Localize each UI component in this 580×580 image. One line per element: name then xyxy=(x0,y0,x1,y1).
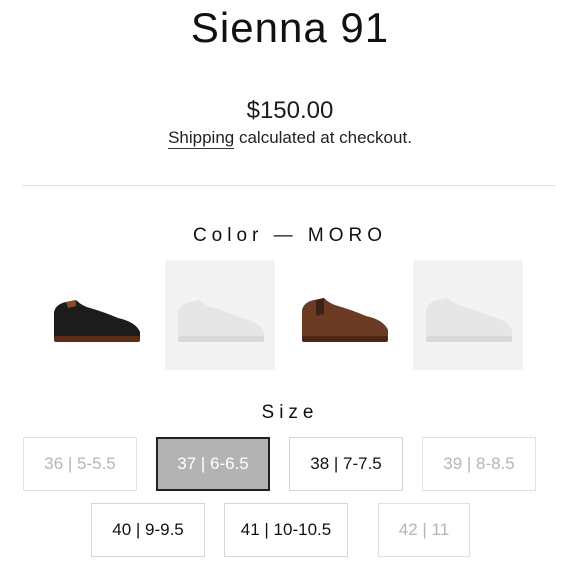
shoe-moro-icon xyxy=(302,298,388,342)
shipping-note: Shipping calculated at checkout. xyxy=(0,128,580,149)
product-price: $150.00 xyxy=(246,97,334,124)
color-swatch-white[interactable] xyxy=(165,260,275,370)
size-option-40[interactable]: 40 | 9-9.5 xyxy=(91,503,205,557)
color-label: Color — MORO xyxy=(0,225,580,247)
shipping-text: calculated at checkout. xyxy=(234,128,412,147)
color-swatch-white-2[interactable] xyxy=(413,260,523,370)
shoe-white-2-icon xyxy=(426,298,512,342)
size-option-37[interactable]: 37 | 6-6.5 xyxy=(156,437,270,491)
color-swatch-moro[interactable] xyxy=(289,260,399,370)
size-option-39[interactable]: 39 | 8-8.5 xyxy=(422,437,536,491)
product-title: Sienna 91 xyxy=(190,4,390,51)
color-swatch-black[interactable] xyxy=(41,260,151,370)
shipping-link[interactable]: Shipping xyxy=(168,128,235,149)
size-option-42[interactable]: 42 | 11 xyxy=(378,503,470,557)
color-selected-value: MORO xyxy=(307,225,388,246)
divider xyxy=(22,185,556,186)
shoe-white-icon xyxy=(178,300,264,342)
size-option-36[interactable]: 36 | 5-5.5 xyxy=(23,437,137,491)
size-label: Size xyxy=(261,402,319,423)
size-option-41[interactable]: 41 | 10-10.5 xyxy=(224,503,348,557)
color-separator: — xyxy=(273,225,298,246)
size-option-38[interactable]: 38 | 7-7.5 xyxy=(289,437,403,491)
color-label-text: Color xyxy=(192,225,264,246)
shoe-black-icon xyxy=(54,300,140,342)
